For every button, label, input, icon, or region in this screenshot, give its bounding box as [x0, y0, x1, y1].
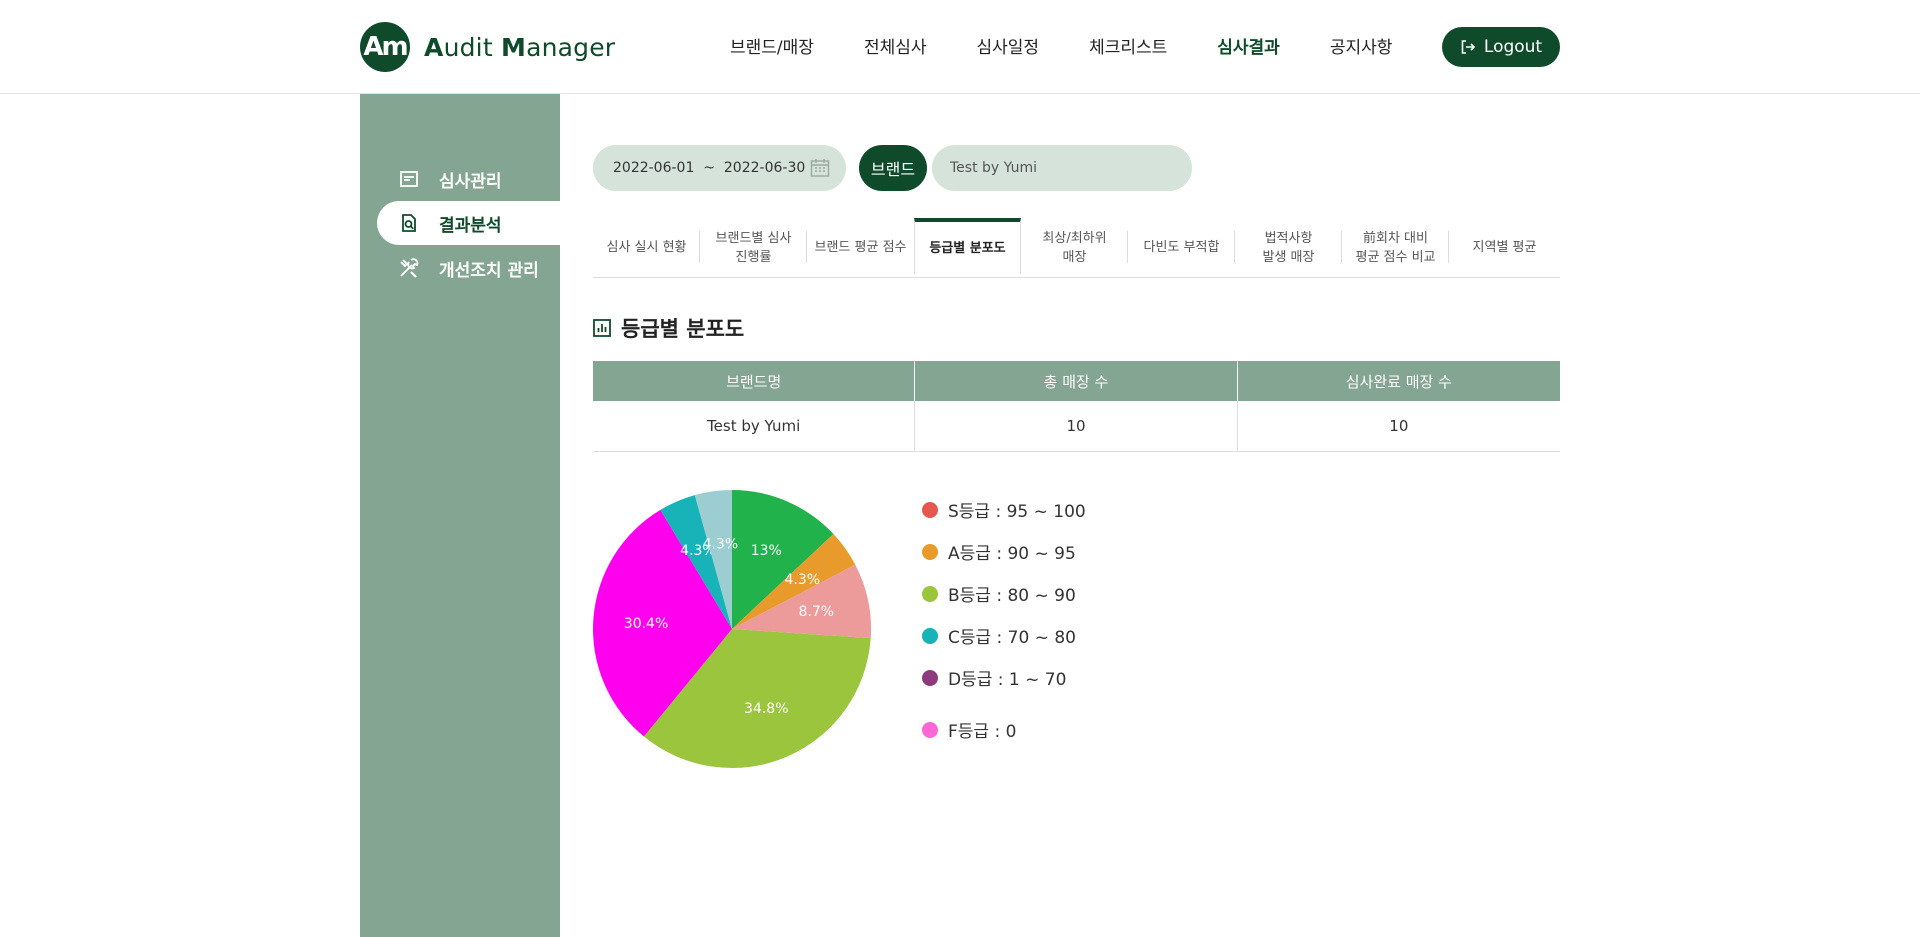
analysis-tabs: 심사 실시 현황 브랜드별 심사 진행률 브랜드 평균 점수 등급별 분포도 최… — [593, 218, 1560, 278]
tab-label: 최상/최하위 매장 — [1042, 230, 1107, 265]
tab-brand-progress[interactable]: 브랜드별 심사 진행률 — [700, 218, 807, 277]
sidebar-item-corrective-action[interactable]: 개선조치 관리 — [377, 246, 560, 290]
logo-letter-a: A — [424, 32, 444, 62]
logo-text: Audit Manager — [424, 33, 615, 62]
tab-label: 브랜드별 심사 진행률 — [715, 230, 792, 265]
sidebar-item-label: 결과분석 — [439, 215, 502, 236]
logo-letter-m: M — [500, 32, 527, 62]
main-nav: 브랜드/매장 전체심사 심사일정 체크리스트 심사결과 공지사항 — [730, 33, 1442, 58]
pie-slice-label: 8.7% — [799, 604, 835, 620]
tools-icon — [395, 257, 423, 279]
legend-dot — [922, 501, 938, 518]
tab-label: 법적사항 발생 매장 — [1262, 230, 1315, 265]
table-cell: 10 — [1237, 401, 1560, 452]
logo-word-2: anager — [526, 32, 616, 62]
legend-item-a: A등급 : 90 ~ 95 — [922, 539, 1076, 564]
nav-all-audits[interactable]: 전체심사 — [864, 33, 927, 58]
table-cell: 10 — [914, 401, 1238, 452]
sidebar-item-result-analysis[interactable]: 결과분석 — [377, 201, 560, 245]
nav-notices[interactable]: 공지사항 — [1330, 33, 1393, 58]
pie-slice-label: 34.8% — [744, 701, 788, 717]
legend-dot — [922, 721, 938, 738]
legend-item-c: C등급 : 70 ~ 80 — [922, 623, 1076, 648]
logout-icon — [1461, 40, 1476, 54]
legend-label: D등급 : 1 ~ 70 — [948, 670, 1067, 690]
tab-frequent-nonconformity[interactable]: 다빈도 부적합 — [1128, 218, 1235, 277]
tab-grade-distribution[interactable]: 등급별 분포도 — [914, 218, 1021, 274]
brand-select-value: Test by Yumi — [950, 160, 1037, 176]
legend-item-f: F등급 : 0 — [922, 717, 1016, 742]
nav-schedule[interactable]: 심사일정 — [977, 33, 1040, 58]
legend-dot — [922, 585, 938, 602]
tab-label: 다빈도 부적합 — [1143, 240, 1220, 255]
tab-label: 등급별 분포도 — [929, 240, 1006, 256]
column-header: 브랜드명 — [593, 361, 916, 401]
tab-label: 지역별 평균 — [1472, 240, 1537, 255]
search-document-icon — [395, 213, 423, 233]
tab-label: 심사 실시 현황 — [606, 240, 687, 255]
nav-checklist[interactable]: 체크리스트 — [1089, 33, 1167, 58]
document-icon — [395, 169, 423, 189]
date-range-text: 2022-06-01 ~ 2022-06-30 — [613, 160, 806, 176]
legend-item-b: B등급 : 80 ~ 90 — [922, 581, 1076, 606]
logo[interactable]: Am Audit Manager — [360, 22, 615, 72]
logo-mark: Am — [360, 22, 410, 72]
legend-label: A등급 : 90 ~ 95 — [948, 544, 1076, 564]
section-title-text: 등급별 분포도 — [621, 317, 745, 341]
tab-audit-status[interactable]: 심사 실시 현황 — [593, 218, 700, 277]
legend-dot — [922, 543, 938, 560]
tab-regional-average[interactable]: 지역별 평균 — [1449, 218, 1560, 277]
top-header: Am Audit Manager 브랜드/매장 전체심사 심사일정 체크리스트 … — [0, 0, 1920, 94]
legend-label: S등급 : 95 ~ 100 — [948, 502, 1086, 522]
date-range-picker[interactable]: 2022-06-01 ~ 2022-06-30 — [593, 145, 846, 191]
tab-label: 브랜드 평균 점수 — [814, 240, 907, 255]
summary-table: 브랜드명 총 매장 수 심사완료 매장 수 Test by Yumi 10 10 — [593, 361, 1560, 452]
logo-word-1: udit — [443, 32, 501, 62]
legend-dot — [922, 627, 938, 644]
logout-label: Logout — [1483, 37, 1543, 57]
column-header: 총 매장 수 — [914, 361, 1238, 401]
tab-best-worst-store[interactable]: 최상/최하위 매장 — [1021, 218, 1128, 277]
tab-brand-average[interactable]: 브랜드 평균 점수 — [807, 218, 914, 277]
legend-label: B등급 : 80 ~ 90 — [948, 586, 1076, 606]
section-title: 등급별 분포도 — [593, 313, 744, 343]
legend-label: C등급 : 70 ~ 80 — [948, 628, 1077, 648]
pie-slice-label: 4.3% — [785, 572, 821, 588]
nav-audit-results[interactable]: 심사결과 — [1217, 33, 1280, 58]
brand-select[interactable]: Test by Yumi — [932, 145, 1192, 191]
table-header-row: 브랜드명 총 매장 수 심사완료 매장 수 — [593, 361, 1560, 401]
pie-slice-label: 4.3% — [703, 537, 739, 553]
legend-dot — [922, 669, 938, 686]
tab-label: 前회차 대비 평균 점수 비교 — [1355, 230, 1436, 265]
logo-mark-text: Am — [363, 32, 408, 62]
legend-item-d: D등급 : 1 ~ 70 — [922, 665, 1066, 690]
logout-button[interactable]: Logout — [1442, 27, 1560, 67]
sidebar-item-audit-management[interactable]: 심사관리 — [377, 157, 560, 201]
pie-slice-label: 13% — [751, 543, 782, 559]
tab-previous-comparison[interactable]: 前회차 대비 평균 점수 비교 — [1342, 218, 1449, 277]
tab-legal-issue-store[interactable]: 법적사항 발생 매장 — [1235, 218, 1342, 277]
table-row: Test by Yumi 10 10 — [593, 401, 1560, 452]
legend-item-s: S등급 : 95 ~ 100 — [922, 497, 1086, 522]
brand-label: 브랜드 — [859, 145, 927, 191]
table-cell: Test by Yumi — [593, 401, 916, 452]
sidebar-item-label: 개선조치 관리 — [439, 260, 539, 281]
column-header: 심사완료 매장 수 — [1237, 361, 1560, 401]
pie-slice-label: 30.4% — [624, 616, 668, 632]
sidebar-item-label: 심사관리 — [439, 171, 502, 192]
grade-pie-chart: 13%4.3%8.7%34.8%30.4%4.3%4.3% — [593, 490, 871, 769]
legend-label: F등급 : 0 — [948, 722, 1017, 742]
chart-icon — [593, 319, 611, 337]
sidebar: 심사관리 결과분석 개선조치 관리 — [360, 94, 560, 937]
nav-brand-store[interactable]: 브랜드/매장 — [730, 33, 814, 58]
calendar-icon[interactable] — [810, 158, 830, 182]
